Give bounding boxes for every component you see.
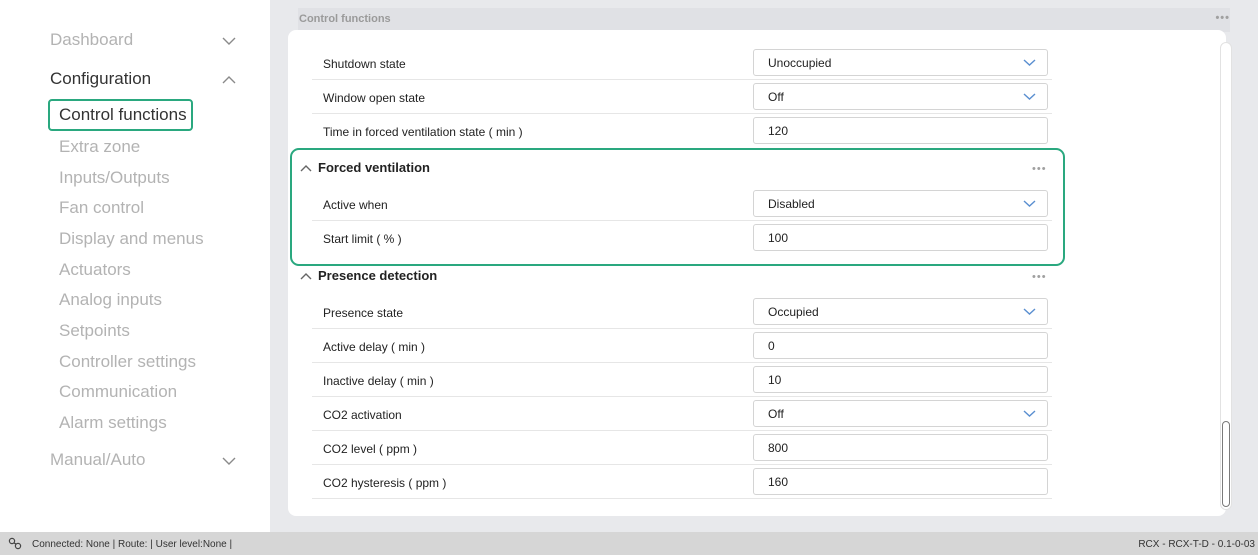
chevron-up-icon[interactable]	[222, 72, 236, 86]
setting-row: CO2 level ( ppm ) 800	[312, 431, 1052, 465]
setting-row: CO2 hysteresis ( ppm ) 160	[312, 465, 1052, 499]
forced-ventilation-time-input[interactable]: 120	[753, 117, 1048, 144]
forced-ventilation-highlight	[290, 148, 1065, 266]
setting-label: Time in forced ventilation state ( min )	[323, 125, 523, 139]
chevron-down-icon	[1023, 410, 1036, 417]
nav-display-and-menus[interactable]: Display and menus	[59, 229, 204, 249]
setting-row: CO2 activation Off	[312, 397, 1052, 431]
chevron-down-icon[interactable]	[222, 453, 236, 467]
nav-communication[interactable]: Communication	[59, 382, 177, 402]
input-value: 160	[768, 475, 789, 489]
setting-label: Window open state	[323, 91, 426, 105]
nav-analog-inputs[interactable]: Analog inputs	[59, 290, 162, 310]
setting-row: Presence state Occupied	[312, 295, 1052, 329]
vertical-scrollbar[interactable]	[1220, 42, 1232, 510]
input-value: 10	[768, 373, 782, 387]
setting-label: CO2 hysteresis ( ppm )	[323, 476, 447, 490]
select-value: Off	[768, 407, 784, 421]
nav-configuration[interactable]: Configuration	[50, 69, 151, 89]
select-value: Occupied	[768, 305, 819, 319]
co2-hysteresis-input[interactable]: 160	[753, 468, 1048, 495]
nav-actuators[interactable]: Actuators	[59, 260, 131, 280]
setting-row: Inactive delay ( min ) 10	[312, 363, 1052, 397]
shutdown-state-select[interactable]: Unoccupied	[753, 49, 1048, 76]
setting-label: CO2 level ( ppm )	[323, 442, 418, 456]
presence-detection-header[interactable]: Presence detection	[300, 268, 437, 283]
setting-label: Shutdown state	[323, 57, 406, 71]
nav-setpoints[interactable]: Setpoints	[59, 321, 130, 341]
select-value: Unoccupied	[768, 56, 832, 70]
more-icon[interactable]: •••	[1032, 271, 1047, 283]
setting-label: Presence state	[323, 306, 404, 320]
active-delay-input[interactable]: 0	[753, 332, 1048, 359]
input-value: 120	[768, 124, 789, 138]
chevron-down-icon	[1023, 308, 1036, 315]
setting-label: Active delay ( min )	[323, 340, 426, 354]
nav-fan-control[interactable]: Fan control	[59, 198, 144, 218]
setting-row: Active delay ( min ) 0	[312, 329, 1052, 363]
scrollbar-thumb[interactable]	[1222, 421, 1230, 507]
setting-label: CO2 activation	[323, 408, 402, 422]
group-title: Presence detection	[318, 268, 438, 283]
co2-activation-select[interactable]: Off	[753, 400, 1048, 427]
chevron-down-icon	[1023, 59, 1036, 66]
window-open-state-select[interactable]: Off	[753, 83, 1048, 110]
nav-alarm-settings[interactable]: Alarm settings	[59, 413, 167, 433]
nav-dashboard[interactable]: Dashboard	[50, 30, 133, 50]
nav-control-functions[interactable]: Control functions	[59, 105, 187, 125]
setting-row: Time in forced ventilation state ( min )…	[312, 114, 1052, 148]
main-panel: Control functions ••• Shutdown state Uno…	[270, 0, 1258, 532]
more-icon[interactable]: •••	[1215, 12, 1230, 24]
chevron-down-icon[interactable]	[222, 33, 236, 47]
co2-level-input[interactable]: 800	[753, 434, 1048, 461]
setting-row: Window open state Off	[312, 80, 1052, 114]
settings-card: Shutdown state Unoccupied Window open st…	[288, 30, 1226, 516]
section-title: Control functions	[299, 13, 391, 25]
setting-row: Shutdown state Unoccupied	[312, 46, 1052, 80]
input-value: 0	[768, 339, 775, 353]
connection-status: Connected: None | Route: | User level:No…	[32, 539, 233, 550]
presence-state-select[interactable]: Occupied	[753, 298, 1048, 325]
sidebar: Dashboard Configuration Control function…	[0, 0, 270, 532]
section-header: Control functions •••	[298, 8, 1230, 32]
setting-label: Inactive delay ( min )	[323, 374, 434, 388]
nav-manual-auto[interactable]: Manual/Auto	[50, 450, 145, 470]
chevron-down-icon	[1023, 93, 1036, 100]
connection-icon	[8, 537, 22, 550]
status-bar: Connected: None | Route: | User level:No…	[0, 532, 1258, 555]
nav-extra-zone[interactable]: Extra zone	[59, 137, 140, 157]
nav-inputs-outputs[interactable]: Inputs/Outputs	[59, 168, 170, 188]
nav-controller-settings[interactable]: Controller settings	[59, 352, 196, 372]
input-value: 800	[768, 441, 789, 455]
device-version: RCX - RCX-T-D - 0.1-0-03	[1138, 539, 1255, 550]
chevron-up-icon[interactable]	[300, 268, 313, 283]
select-value: Off	[768, 90, 784, 104]
inactive-delay-input[interactable]: 10	[753, 366, 1048, 393]
